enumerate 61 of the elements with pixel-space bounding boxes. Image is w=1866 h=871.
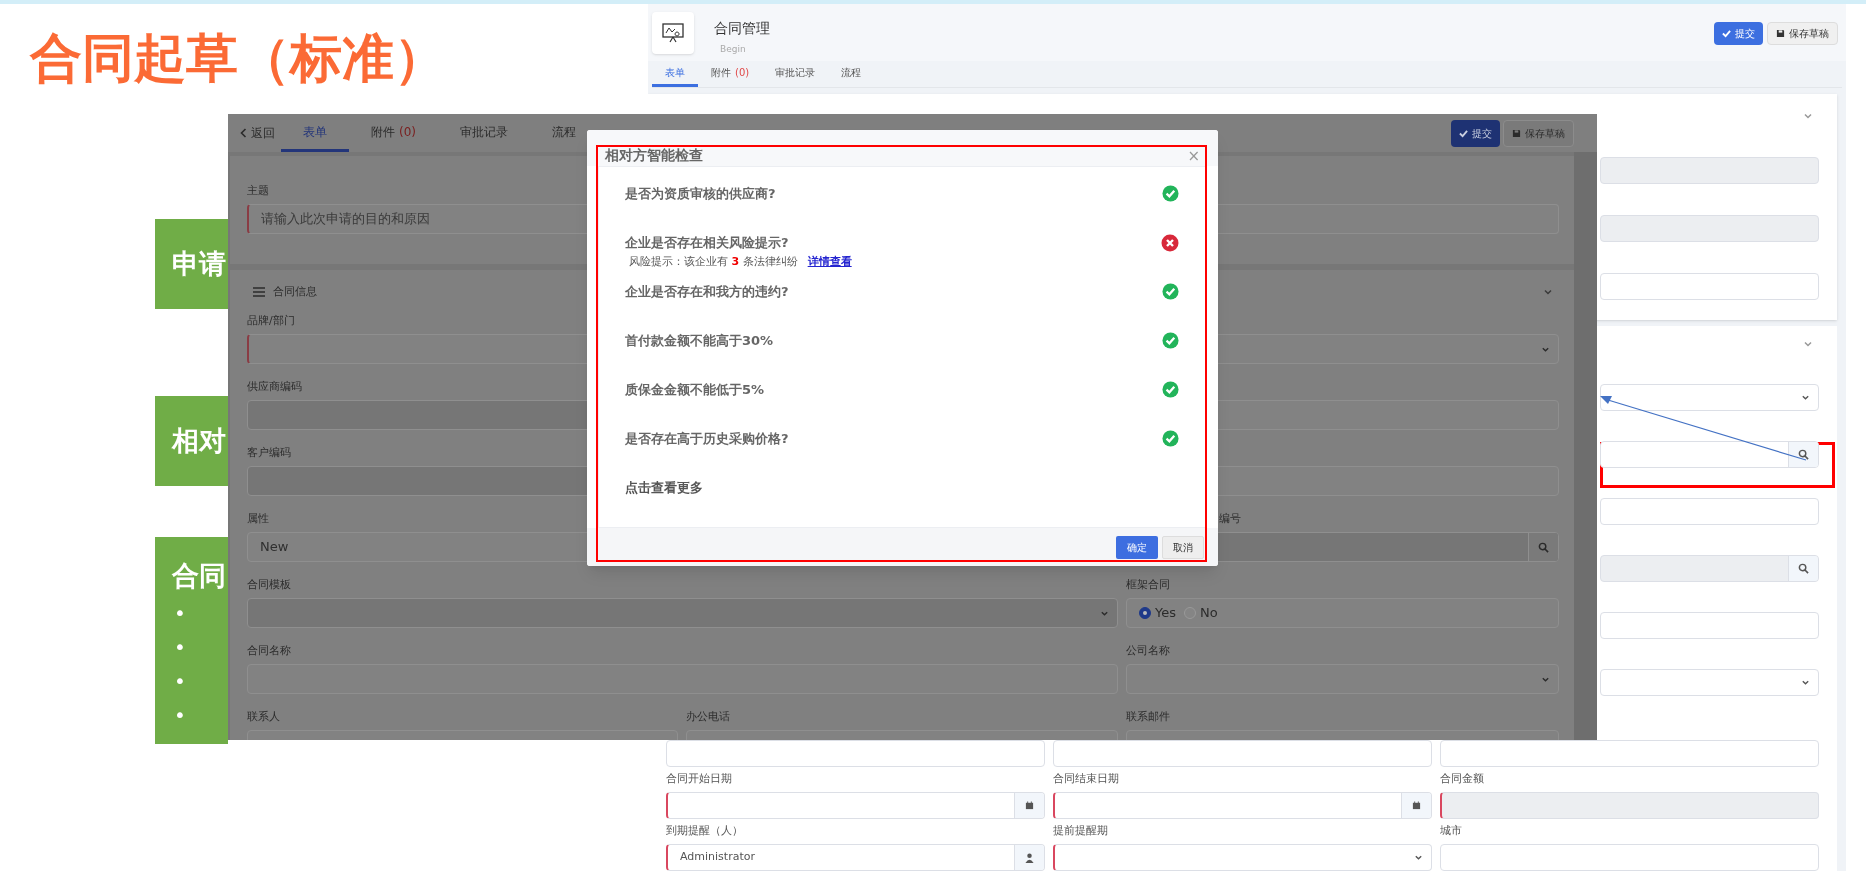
- section-title: 合同信息: [273, 283, 317, 300]
- save-draft-button[interactable]: 保存草稿: [1767, 22, 1838, 45]
- check-item-text: 质保金金额不能低于5%: [625, 381, 765, 399]
- check-item-text: 是否为资质审核的供应商?: [625, 185, 776, 203]
- tab[interactable]: 表单: [652, 61, 698, 87]
- save-draft-button[interactable]: 保存草稿: [1503, 119, 1574, 147]
- tab[interactable]: 流程: [828, 61, 875, 87]
- confirm-button[interactable]: 确定: [1116, 535, 1158, 559]
- field-label: 合同模板: [247, 578, 291, 592]
- dialog-title: 相对方智能检查: [605, 146, 703, 164]
- field-label: 属性: [247, 512, 269, 526]
- field-label: 联系邮件: [1126, 710, 1170, 724]
- tab[interactable]: 附件 (0): [698, 61, 763, 87]
- tab[interactable]: 审批记录: [438, 114, 530, 152]
- field-value: New: [260, 538, 289, 557]
- field-label: 主题: [247, 184, 269, 198]
- field-value: Administrator: [680, 849, 755, 866]
- field-label: 合同开始日期: [666, 772, 732, 786]
- window-title: 合同管理: [714, 19, 770, 38]
- bullet: •: [174, 669, 186, 693]
- field-label: 客户编码: [247, 446, 291, 460]
- field-label: 办公电话: [686, 710, 730, 724]
- check-item-text: 企业是否存在和我方的违约?: [625, 283, 789, 301]
- more-link[interactable]: 点击查看更多: [625, 479, 703, 497]
- field-label: 合同结束日期: [1053, 772, 1119, 786]
- cancel-button[interactable]: 取消: [1162, 535, 1204, 559]
- check-item-text: 首付款金额不能高于30%: [625, 332, 774, 350]
- risk-note: 风险提示：该企业有 3 条法律纠纷: [629, 255, 798, 268]
- slide-title: 合同起草（标准）: [30, 27, 446, 90]
- tab[interactable]: 表单: [281, 114, 349, 152]
- callout-text: 合同: [172, 559, 226, 593]
- bullet: •: [174, 635, 186, 659]
- back-link[interactable]: 返回: [240, 114, 275, 152]
- field-label: 框架合同: [1126, 578, 1170, 592]
- radio-option[interactable]: Yes: [1139, 603, 1176, 623]
- person-field[interactable]: Administrator: [666, 844, 1045, 871]
- details-link[interactable]: 详情查看: [807, 255, 852, 268]
- bullet: •: [174, 601, 186, 625]
- field-label: 合同金额: [1440, 772, 1484, 786]
- callout-text: 相对: [172, 424, 226, 458]
- window-subtitle: Begin: [720, 43, 747, 56]
- field-label: 城市: [1440, 824, 1462, 838]
- submit-button[interactable]: 提交: [1451, 119, 1500, 147]
- field-label: 品牌/部门: [247, 314, 295, 328]
- field-label: 编号: [1219, 512, 1241, 526]
- field-label: 联系人: [247, 710, 280, 724]
- placeholder-text: 请输入此次申请的目的和原因: [261, 210, 430, 229]
- tab[interactable]: 流程: [530, 114, 598, 152]
- callout-text: 申请: [172, 247, 226, 281]
- tab[interactable]: 审批记录: [762, 61, 829, 87]
- radio-option[interactable]: No: [1184, 603, 1218, 623]
- check-item-text: 是否存在高于历史采购价格?: [625, 430, 789, 448]
- submit-button[interactable]: 提交: [1714, 22, 1763, 45]
- check-item-text: 企业是否存在相关风险提示?: [625, 234, 789, 252]
- field-label: 到期提醒（人）: [666, 824, 743, 838]
- field-label: 供应商编码: [247, 380, 302, 394]
- bullet: •: [174, 703, 186, 727]
- field-label: 合同名称: [247, 644, 291, 658]
- field-label: 公司名称: [1126, 644, 1170, 658]
- field-label: 提前提醒期: [1053, 824, 1108, 838]
- tab[interactable]: 附件 (0): [349, 114, 438, 152]
